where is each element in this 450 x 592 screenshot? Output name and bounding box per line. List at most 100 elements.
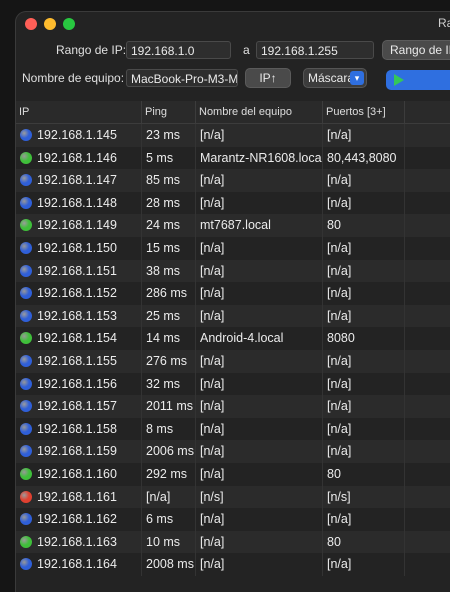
table-row[interactable]: 192.168.1.149 24 ms mt7687.local 80 [16,214,450,237]
ports-cell: 80,443,8080 [323,146,405,170]
table-row[interactable]: 192.168.1.160 292 ms [n/a] 80 [16,462,450,486]
ping-cell: 2011 ms [142,395,196,418]
hostname-cell: [n/a] [196,349,323,373]
mask-select[interactable]: Máscara ▾ [303,68,367,88]
minimize-window-button[interactable] [44,18,56,30]
hostname-cell: [n/a] [196,282,323,305]
hostname-label: Nombre de equipo: [22,71,125,85]
ip-cell: 192.168.1.160 [16,462,142,486]
close-window-button[interactable] [25,18,37,30]
table-row[interactable]: 192.168.1.156 32 ms [n/a] [n/a] [16,372,450,396]
ping-cell: 2006 ms [142,440,196,463]
hostname-cell: [n/a] [196,553,323,576]
status-dot-icon [20,535,32,548]
ping-cell: [n/a] [142,485,196,509]
ip-address: 192.168.1.152 [37,286,117,301]
table-row[interactable]: 192.168.1.150 15 ms [n/a] [n/a] [16,236,450,260]
ip-cell: 192.168.1.159 [16,440,142,463]
extra-cell [405,418,450,441]
status-dot-icon [20,354,32,367]
ip-cell: 192.168.1.163 [16,530,142,554]
ping-cell: 2008 ms [142,553,196,576]
ip-cell: 192.168.1.158 [16,417,142,441]
ip-cell: 192.168.1.154 [16,327,142,350]
ports-cell: [n/a] [323,553,405,576]
extra-cell [405,305,450,328]
extra-cell [405,327,450,350]
table-row[interactable]: 192.168.1.146 5 ms Marantz-NR1608.local 80,… [16,146,450,170]
table-row[interactable]: 192.168.1.158 8 ms [n/a] [n/a] [16,417,450,441]
column-header-ip[interactable]: IP [16,101,142,123]
extra-cell [405,124,450,147]
table-row[interactable]: 192.168.1.148 28 ms [n/a] [n/a] [16,191,450,215]
maximize-window-button[interactable] [63,18,75,30]
ip-to-label: a [243,43,250,57]
ports-cell: [n/a] [323,124,405,147]
table-row[interactable]: 192.168.1.155 276 ms [n/a] [n/a] [16,349,450,373]
table-row[interactable]: 192.168.1.152 286 ms [n/a] [n/a] [16,282,450,305]
ip-address: 192.168.1.146 [37,150,117,165]
ports-cell: 80 [323,530,405,554]
ports-cell: [n/a] [323,440,405,463]
ip-address: 192.168.1.158 [37,421,117,436]
ping-cell: 28 ms [142,191,196,215]
column-header-extra[interactable] [405,101,450,123]
table-row[interactable]: 192.168.1.145 23 ms [n/a] [n/a] [16,124,450,147]
status-dot-icon [20,422,32,435]
ip-cell: 192.168.1.149 [16,214,142,237]
ip-address: 192.168.1.153 [37,308,117,323]
ping-cell: 14 ms [142,327,196,350]
ip-to-input[interactable]: 192.168.1.255 [256,41,374,59]
ip-cell: 192.168.1.162 [16,508,142,531]
status-dot-icon [20,445,32,458]
column-header-ping[interactable]: Ping [142,101,196,123]
hostname-cell: [n/a] [196,508,323,531]
start-scan-button[interactable] [386,70,450,90]
ip-address: 192.168.1.164 [37,557,117,572]
status-dot-icon [20,219,32,232]
hostname-input[interactable]: MacBook-Pro-M3-M [126,69,238,87]
hostname-cell: [n/a] [196,462,323,486]
column-header-hostname[interactable]: Nombre del equipo [196,101,323,123]
column-header-ports[interactable]: Puertos [3+] [323,101,405,123]
ip-cell: 192.168.1.156 [16,372,142,396]
table-row[interactable]: 192.168.1.151 38 ms [n/a] [n/a] [16,259,450,283]
ports-cell: [n/a] [323,191,405,215]
app-window: Ra Rango de IP: 192.168.1.0 a 192.168.1.… [16,12,450,592]
table-row[interactable]: 192.168.1.154 14 ms Android-4.local 8080 [16,327,450,350]
ip-cell: 192.168.1.161 [16,485,142,509]
table-row[interactable]: 192.168.1.161 [n/a] [n/s] [n/s] [16,485,450,509]
status-dot-icon [20,332,32,345]
table-row[interactable]: 192.168.1.147 85 ms [n/a] [n/a] [16,169,450,192]
status-dot-icon [20,264,32,277]
table-row[interactable]: 192.168.1.164 2008 ms [n/a] [n/a] [16,553,450,576]
ip-range-button[interactable]: Rango de IP [382,40,450,60]
ip-address: 192.168.1.155 [37,353,117,368]
extra-cell [405,260,450,283]
extra-cell [405,214,450,237]
ports-cell: [n/s] [323,485,405,509]
table-row[interactable]: 192.168.1.153 25 ms [n/a] [n/a] [16,304,450,328]
ip-address: 192.168.1.151 [37,263,117,278]
ports-cell: 8080 [323,327,405,350]
ports-cell: [n/a] [323,259,405,283]
ping-cell: 292 ms [142,462,196,486]
ip-from-input[interactable]: 192.168.1.0 [126,41,231,59]
ip-address: 192.168.1.160 [37,466,117,481]
table-body: 192.168.1.145 23 ms [n/a] [n/a] 192.168.1.14… [16,124,450,576]
table-row[interactable]: 192.168.1.163 10 ms [n/a] 80 [16,530,450,554]
hostname-cell: Android-4.local [196,327,323,350]
table-row[interactable]: 192.168.1.159 2006 ms [n/a] [n/a] [16,440,450,463]
ip-sort-button[interactable]: IP↑ [245,68,291,88]
table-row[interactable]: 192.168.1.157 2011 ms [n/a] [n/a] [16,395,450,418]
ip-address: 192.168.1.156 [37,376,117,391]
status-dot-icon [20,467,32,480]
ping-cell: 286 ms [142,282,196,305]
status-dot-icon [20,490,32,503]
extra-cell [405,508,450,531]
ports-cell: [n/a] [323,395,405,418]
ping-cell: 15 ms [142,236,196,260]
extra-cell [405,463,450,486]
table-row[interactable]: 192.168.1.162 6 ms [n/a] [n/a] [16,508,450,531]
play-icon [394,74,404,86]
